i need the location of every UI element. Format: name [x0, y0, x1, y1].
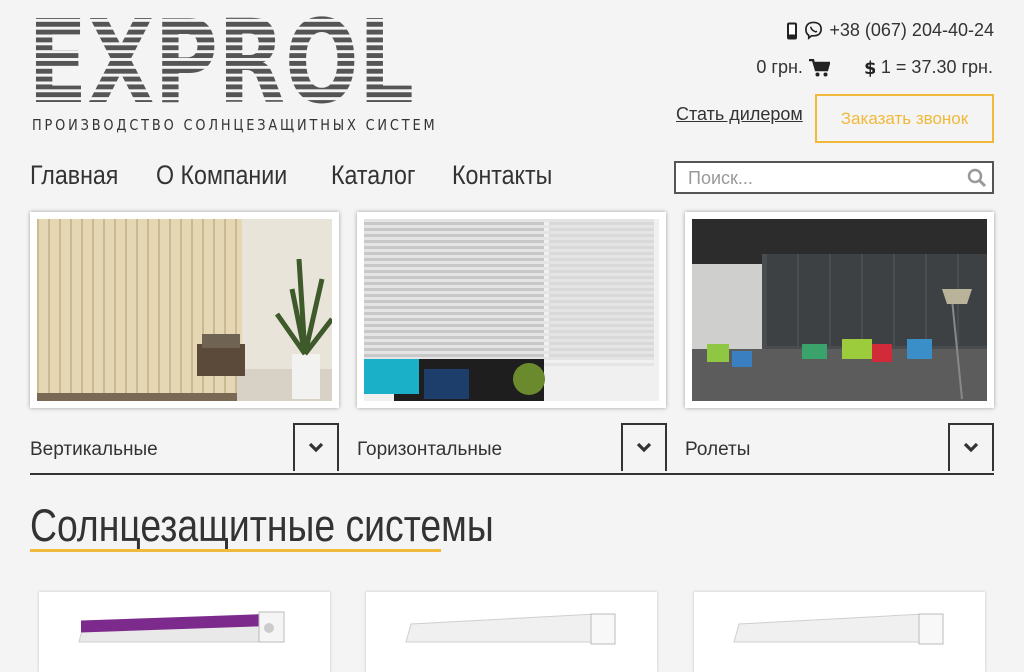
product-image [78, 611, 285, 643]
blind-slat [364, 249, 654, 252]
search-box [674, 161, 994, 194]
category-vertical[interactable]: Вертикальные [30, 423, 339, 475]
svg-text:$: $ [864, 58, 875, 77]
blind-slat [136, 219, 138, 393]
roller-blind [831, 254, 861, 346]
blind-slat [364, 273, 654, 276]
product-image [733, 613, 944, 645]
order-callback-button[interactable]: Заказать звонок [815, 94, 994, 143]
roller-blind [799, 254, 829, 346]
blind-slat [92, 219, 94, 393]
category-label: Ролеты [685, 439, 751, 460]
blind-slat [147, 219, 149, 393]
blind-slat [364, 279, 654, 282]
main-nav: Главная О Компании Каталог Контакты [30, 160, 557, 191]
blind-slat [364, 243, 654, 246]
product-card[interactable] [39, 592, 330, 672]
search-input[interactable] [686, 166, 960, 190]
blind-slat [364, 225, 654, 228]
phone-number: +38 (067) 204-40-24 [829, 20, 994, 40]
blind-slat [364, 261, 654, 264]
chevron-down-icon [963, 442, 979, 453]
blind-slat [364, 297, 654, 300]
blind-slat [364, 267, 654, 270]
product-image [405, 613, 616, 645]
nav-home[interactable]: Главная [30, 160, 118, 191]
blind-slat [70, 219, 72, 393]
blind-slat [364, 219, 654, 222]
blind-slat [364, 309, 654, 312]
search-icon[interactable] [967, 168, 987, 188]
exprol-logo[interactable]: EXPROL [32, 14, 414, 104]
become-dealer-link[interactable]: Стать дилером [676, 104, 803, 125]
blind-slat [364, 351, 654, 354]
product-card[interactable] [366, 592, 657, 672]
category-rollers[interactable]: Ролеты [667, 423, 994, 475]
exchange-rate: 1 = 37.30 грн. [880, 57, 993, 77]
chevron-down-icon [636, 442, 652, 453]
cart-icon[interactable] [808, 58, 830, 77]
vertical-blinds-card[interactable] [30, 212, 339, 408]
blind-slat [59, 219, 61, 393]
blind-slat [364, 345, 654, 348]
mobile-icon [787, 22, 798, 39]
blind-slat [180, 219, 182, 393]
phone-contact[interactable]: +38 (067) 204-40-24 [786, 20, 994, 41]
cart-total[interactable]: 0 грн. [756, 57, 803, 78]
blind-slat [81, 219, 83, 393]
blind-slat [103, 219, 105, 393]
vertical-blinds-image [37, 219, 332, 401]
blind-slat [364, 315, 654, 318]
blind-slat [364, 339, 654, 342]
roller-blinds-card[interactable] [685, 212, 994, 408]
roller-blind [863, 254, 893, 346]
horizontal-blinds-card[interactable] [357, 212, 666, 408]
blind-slat [191, 219, 193, 393]
horizontal-blinds-image [364, 219, 659, 401]
viber-icon [805, 21, 823, 40]
category-toggle-button[interactable] [293, 423, 339, 471]
blind-slat [364, 237, 654, 240]
category-toggle-button[interactable] [621, 423, 667, 471]
cart-and-rate: 0 грн. $ 1 = 37.30 грн. [756, 57, 993, 78]
logo-tagline: ПРОИЗВОДСТВО СОЛНЦЕЗАЩИТНЫХ СИСТЕМ [32, 116, 438, 134]
blind-slat [364, 303, 654, 306]
blind-slat [364, 231, 654, 234]
blind-slat [169, 219, 171, 393]
blind-slat [364, 327, 654, 330]
title-underline [30, 549, 441, 552]
product-card[interactable] [694, 592, 985, 672]
roller-blind [895, 254, 925, 346]
blind-slat [125, 219, 127, 393]
nav-contacts[interactable]: Контакты [452, 160, 552, 191]
blind-slat [37, 219, 39, 393]
roller-blind [767, 254, 797, 346]
logo-text: EXPROL [32, 14, 414, 104]
blind-slat [364, 321, 654, 324]
blind-slat [364, 255, 654, 258]
dollar-icon: $ [864, 58, 875, 77]
blind-slat [48, 219, 50, 393]
category-label: Вертикальные [30, 439, 158, 460]
category-label: Горизонтальные [357, 439, 503, 460]
blind-slat [158, 219, 160, 393]
blind-slat [364, 291, 654, 294]
roller-blinds-image [692, 219, 987, 401]
category-toggle-button[interactable] [948, 423, 994, 471]
nav-catalog[interactable]: Каталог [331, 160, 415, 191]
section-title: Солнцезащитные системы [30, 500, 494, 551]
nav-about[interactable]: О Компании [156, 160, 287, 191]
category-horizontal[interactable]: Горизонтальные [339, 423, 667, 475]
blind-slat [114, 219, 116, 393]
chevron-down-icon [308, 442, 324, 453]
blind-slat [364, 285, 654, 288]
blind-slat [364, 333, 654, 336]
